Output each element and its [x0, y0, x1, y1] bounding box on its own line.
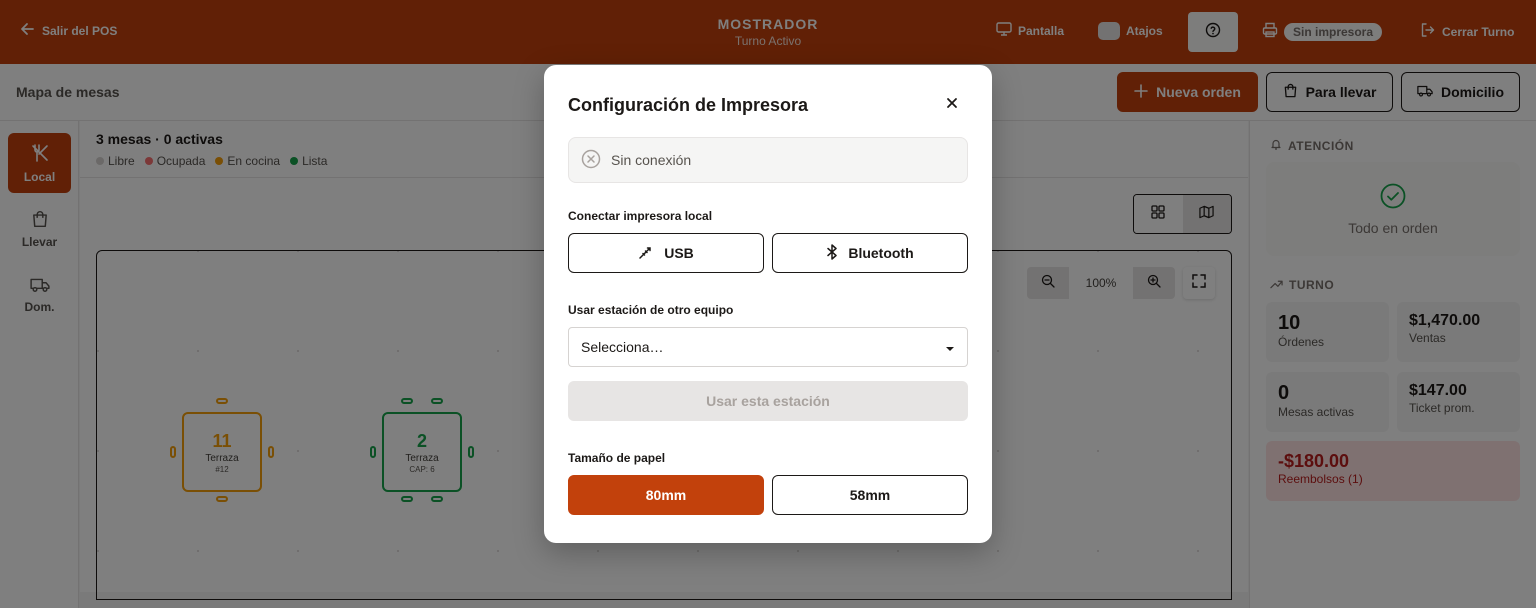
station-select[interactable]: Selecciona… [568, 327, 968, 367]
modal-title: Configuración de Impresora [568, 95, 809, 115]
bluetooth-button[interactable]: Bluetooth [772, 233, 968, 273]
bluetooth-icon [826, 243, 838, 263]
paper-80mm-button[interactable]: 80mm [568, 475, 764, 515]
paper-58mm-label: 58mm [849, 487, 891, 503]
usb-icon [638, 244, 654, 263]
bluetooth-label: Bluetooth [848, 245, 914, 261]
caret-down-icon [945, 339, 955, 355]
other-station-label: Usar estación de otro equipo [568, 303, 734, 317]
paper-size-label: Tamaño de papel [568, 451, 666, 465]
x-circle-icon [581, 149, 601, 172]
use-station-button[interactable]: Usar esta estación [568, 381, 968, 421]
close-icon [946, 96, 958, 114]
connect-local-label: Conectar impresora local [568, 209, 713, 223]
connection-status: Sin conexión [568, 137, 968, 183]
printer-config-modal: Configuración de Impresora Sin conexión … [544, 65, 992, 543]
paper-58mm-button[interactable]: 58mm [772, 475, 968, 515]
usb-button[interactable]: USB [568, 233, 764, 273]
usb-label: USB [664, 245, 694, 261]
station-select-value: Selecciona… [581, 339, 664, 355]
connection-status-text: Sin conexión [611, 152, 692, 168]
paper-80mm-label: 80mm [645, 487, 687, 503]
close-button[interactable] [942, 95, 962, 115]
